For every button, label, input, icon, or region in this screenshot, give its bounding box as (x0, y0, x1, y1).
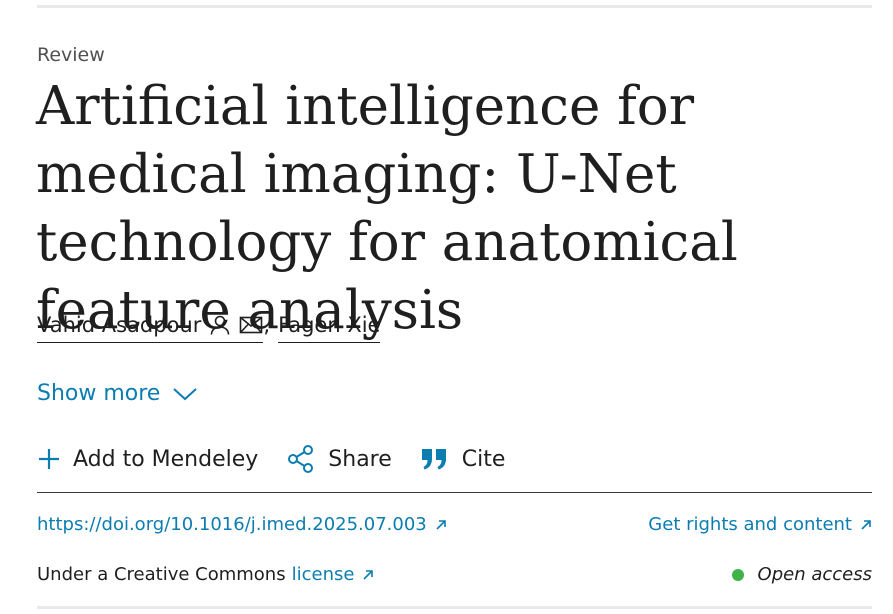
author-separator: , (263, 313, 271, 337)
license-link-text: license (291, 564, 355, 585)
article-type-label: Review (37, 44, 105, 66)
show-more-button[interactable]: Show more (37, 381, 198, 406)
author-name: Fagen Xie (278, 313, 381, 337)
top-divider (37, 5, 872, 8)
external-link-icon (860, 519, 872, 531)
license-link[interactable]: license (292, 564, 375, 585)
chevron-down-icon (172, 386, 198, 402)
doi-text: https://doi.org/10.1016/j.imed.2025.07.0… (37, 514, 427, 535)
open-access-badge: Open access (731, 564, 872, 585)
doi-link[interactable]: https://doi.org/10.1016/j.imed.2025.07.0… (37, 514, 447, 535)
section-divider (37, 492, 872, 493)
external-link-icon (435, 519, 447, 531)
open-access-label: Open access (757, 564, 872, 585)
bottom-divider (37, 606, 872, 609)
external-link-icon (362, 569, 374, 581)
author-link-xie[interactable]: Fagen Xie (278, 313, 381, 343)
rights-text: Get rights and content (648, 514, 852, 535)
add-to-mendeley-button[interactable]: Add to Mendeley (37, 447, 258, 472)
quote-icon (420, 447, 450, 471)
plus-icon (37, 447, 61, 471)
license-prefix: Under a Creative Commons (37, 564, 286, 585)
share-icon (286, 444, 316, 474)
open-access-dot-icon (731, 568, 744, 581)
author-link-asadpour[interactable]: Vahid Asadpour (37, 313, 264, 343)
author-name: Vahid Asadpour (37, 313, 202, 337)
rights-and-content-link[interactable]: Get rights and content (648, 514, 872, 535)
share-label: Share (328, 446, 392, 472)
article-title: Artificial intelligence for medical imag… (36, 76, 738, 341)
envelope-icon (239, 315, 263, 335)
license-statement: Under a Creative Commons license (37, 564, 374, 585)
person-icon (209, 314, 231, 336)
show-more-label: Show more (37, 381, 161, 406)
add-to-mendeley-label: Add to Mendeley (73, 446, 259, 472)
share-button[interactable]: Share (286, 444, 392, 474)
cite-label: Cite (461, 446, 506, 472)
article-actions-bar: Add to Mendeley Share Cite (37, 444, 533, 474)
author-list: Vahid Asadpour , Fagen Xie (37, 313, 381, 343)
cite-button[interactable]: Cite (420, 446, 506, 472)
